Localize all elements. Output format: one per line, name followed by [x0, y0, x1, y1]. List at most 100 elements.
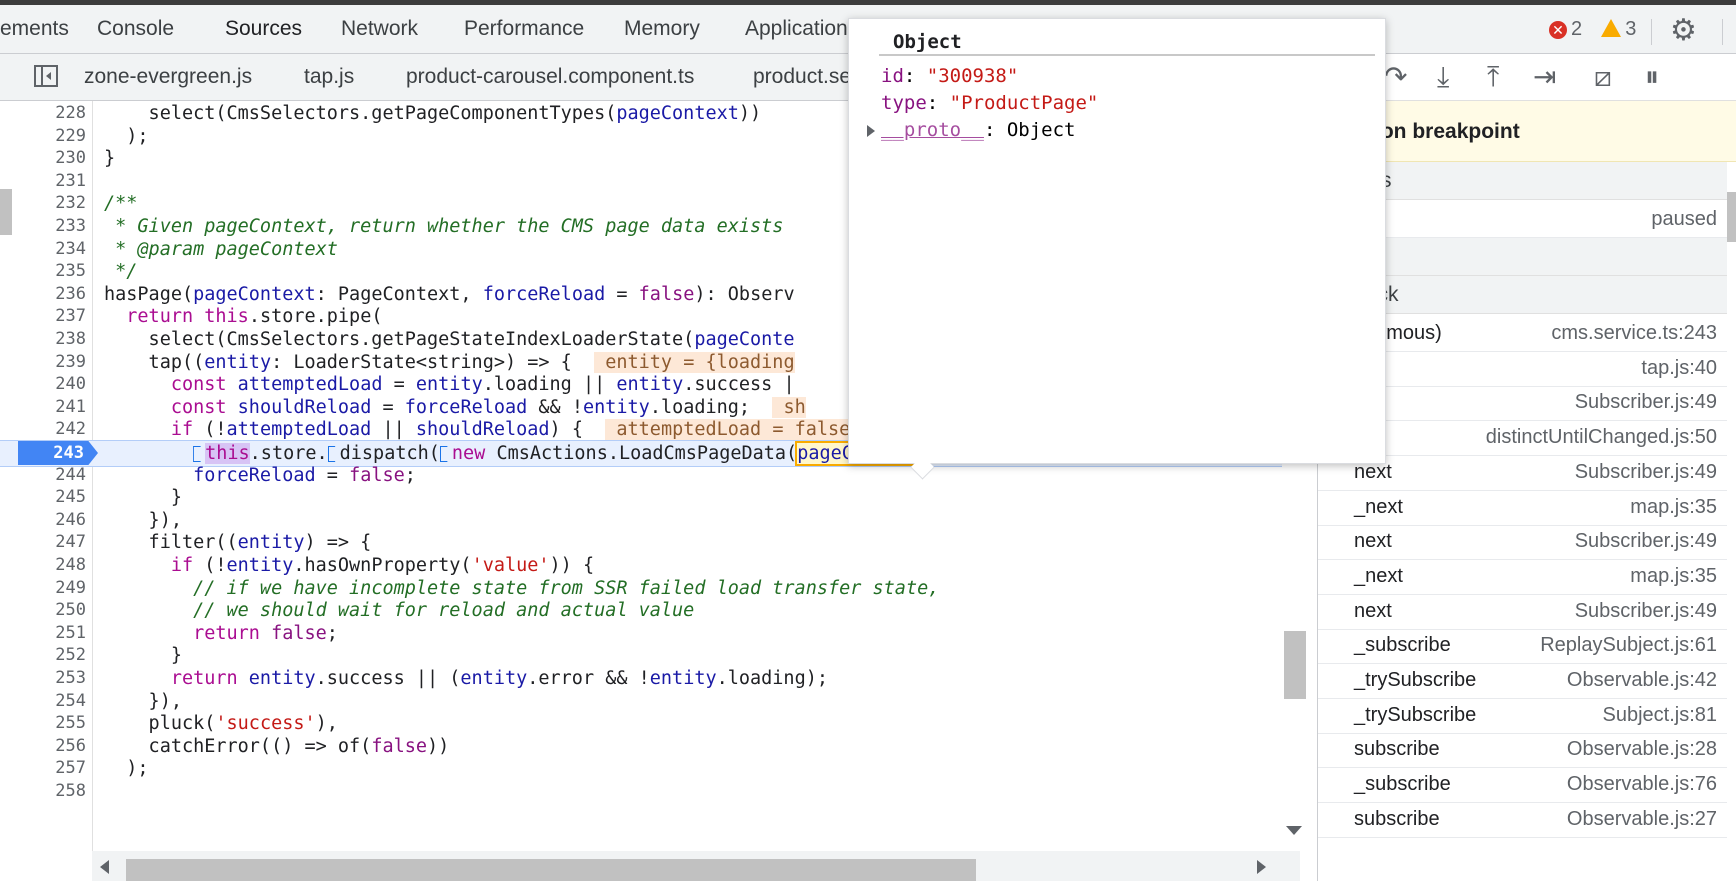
frame-function: next: [1354, 530, 1392, 553]
frame-location[interactable]: tap.js:40: [1641, 349, 1717, 387]
step-over-icon[interactable]: ↷: [1384, 62, 1407, 92]
line-number[interactable]: 242: [0, 417, 86, 442]
code-line[interactable]: 246 }),: [0, 508, 1300, 533]
call-frame[interactable]: next Subscriber.js:49: [1318, 592, 1736, 630]
left-scrollbar[interactable]: [0, 101, 14, 235]
call-frame[interactable]: _trySubscribe Observable.js:42: [1318, 661, 1736, 699]
line-number[interactable]: 253: [0, 666, 86, 691]
object-preview-popover[interactable]: Object id: "300938" type: "ProductPage" …: [848, 18, 1386, 464]
issues-counter[interactable]: ✕ 2 3: [1549, 5, 1636, 53]
line-number[interactable]: 250: [0, 598, 86, 623]
left-scrollbar-thumb[interactable]: [0, 189, 12, 235]
frame-location[interactable]: Subscriber.js:49: [1575, 383, 1717, 421]
code-line[interactable]: 252 }: [0, 643, 1300, 668]
call-frame[interactable]: next Subscriber.js:49: [1318, 522, 1736, 561]
frame-location[interactable]: distinctUntilChanged.js:50: [1486, 418, 1717, 456]
file-tab-tap[interactable]: tap.js: [304, 54, 354, 100]
line-number[interactable]: 241: [0, 395, 86, 420]
line-number[interactable]: 236: [0, 282, 86, 307]
deactivate-breakpoints-icon[interactable]: ⧄: [1594, 62, 1612, 92]
file-tab-product-carousel[interactable]: product-carousel.component.ts: [406, 54, 694, 100]
expand-arrow-icon[interactable]: [867, 125, 875, 137]
frame-location[interactable]: Subject.js:81: [1602, 696, 1717, 734]
line-number[interactable]: 246: [0, 508, 86, 533]
sidebar-scrollbar-thumb[interactable]: [1727, 192, 1736, 242]
line-number[interactable]: 258: [0, 779, 86, 804]
tab-network[interactable]: Network: [341, 5, 418, 53]
line-number[interactable]: 256: [0, 734, 86, 759]
toggle-navigator-icon[interactable]: [34, 65, 58, 87]
line-number[interactable]: 249: [0, 576, 86, 601]
scroll-right-icon[interactable]: [1257, 860, 1266, 874]
frame-location[interactable]: Subscriber.js:49: [1575, 453, 1717, 491]
call-frame[interactable]: subscribe Observable.js:28: [1318, 730, 1736, 769]
line-number[interactable]: 239: [0, 350, 86, 375]
code-line[interactable]: 254 }),: [0, 689, 1300, 714]
breakpoint-marker[interactable]: 243: [18, 441, 98, 465]
code-line[interactable]: 250 // we should wait for reload and act…: [0, 598, 1300, 623]
line-number[interactable]: 234: [0, 237, 86, 262]
code-line[interactable]: 244 forceReload = false;: [0, 463, 1300, 488]
warning-icon: [1601, 18, 1622, 37]
frame-location[interactable]: Subscriber.js:49: [1575, 592, 1717, 630]
code-line[interactable]: 248 if (!entity.hasOwnProperty('value'))…: [0, 553, 1300, 578]
line-number[interactable]: 244: [0, 463, 86, 488]
tab-sources[interactable]: Sources: [225, 5, 302, 53]
frame-location[interactable]: cms.service.ts:243: [1551, 314, 1717, 352]
frame-location[interactable]: Observable.js:27: [1567, 800, 1717, 838]
code-line[interactable]: 253 return entity.success || (entity.err…: [0, 666, 1300, 691]
step-out-icon[interactable]: ⤒: [1487, 62, 1499, 92]
editor-vertical-scrollbar-thumb[interactable]: [1284, 631, 1306, 699]
line-number[interactable]: 235: [0, 259, 86, 284]
scroll-left-icon[interactable]: [100, 860, 109, 874]
call-frame[interactable]: _next map.js:35: [1318, 488, 1736, 526]
line-number[interactable]: 252: [0, 643, 86, 668]
line-number[interactable]: 251: [0, 621, 86, 646]
line-number[interactable]: 237: [0, 304, 86, 329]
code-line[interactable]: 258: [0, 779, 1300, 804]
frame-location[interactable]: map.js:35: [1630, 488, 1717, 526]
code-line[interactable]: 251 return false;: [0, 621, 1300, 646]
call-frame[interactable]: _subscribe ReplaySubject.js:61: [1318, 626, 1736, 665]
tab-memory[interactable]: Memory: [624, 5, 700, 53]
tab-performance[interactable]: Performance: [464, 5, 584, 53]
call-frame[interactable]: _trySubscribe Subject.js:81: [1318, 696, 1736, 734]
gear-icon[interactable]: ⚙: [1670, 16, 1697, 46]
editor-horizontal-scrollbar-thumb[interactable]: [126, 859, 976, 881]
scroll-down-icon[interactable]: [1286, 826, 1302, 835]
code-line[interactable]: 257 );: [0, 756, 1300, 781]
line-number[interactable]: 255: [0, 711, 86, 736]
code-line[interactable]: 247 filter((entity) => {: [0, 530, 1300, 555]
code-line[interactable]: 255 pluck('success'),: [0, 711, 1300, 736]
line-number[interactable]: 245: [0, 485, 86, 510]
line-number[interactable]: 248: [0, 553, 86, 578]
line-number[interactable]: 238: [0, 327, 86, 352]
line-number[interactable]: 257: [0, 756, 86, 781]
code-line[interactable]: 256 catchError(() => of(false)): [0, 734, 1300, 759]
frame-location[interactable]: ReplaySubject.js:61: [1540, 626, 1717, 664]
file-tab-zone-evergreen[interactable]: zone-evergreen.js: [84, 54, 252, 100]
frame-location[interactable]: Observable.js:76: [1567, 765, 1717, 803]
line-number[interactable]: 240: [0, 372, 86, 397]
call-frame[interactable]: _subscribe Observable.js:76: [1318, 765, 1736, 804]
property-proto[interactable]: __proto__: Object: [881, 119, 1075, 141]
step-icon[interactable]: ⇥: [1533, 62, 1556, 92]
call-frame[interactable]: _next map.js:35: [1318, 557, 1736, 595]
frame-location[interactable]: Observable.js:42: [1567, 661, 1717, 699]
tab-application[interactable]: Application: [745, 5, 848, 53]
call-frame[interactable]: subscribe Observable.js:27: [1318, 800, 1736, 838]
frame-location[interactable]: Observable.js:28: [1567, 730, 1717, 768]
tab-console[interactable]: Console: [97, 5, 174, 53]
frame-location[interactable]: Subscriber.js:49: [1575, 522, 1717, 560]
code-line[interactable]: 245 }: [0, 485, 1300, 510]
code-line[interactable]: 249 // if we have incomplete state from …: [0, 576, 1300, 601]
editor-horizontal-scrollbar[interactable]: [92, 851, 1300, 881]
frame-location[interactable]: map.js:35: [1630, 557, 1717, 595]
step-into-icon[interactable]: ⤓: [1437, 62, 1449, 92]
line-number[interactable]: 254: [0, 689, 86, 714]
file-tab-product-service[interactable]: product.se: [753, 54, 851, 100]
pause-icon[interactable]: ⏸: [1645, 62, 1659, 92]
line-number[interactable]: 247: [0, 530, 86, 555]
tab-elements[interactable]: ements: [0, 5, 69, 53]
sidebar-scrollbar[interactable]: [1727, 162, 1736, 881]
